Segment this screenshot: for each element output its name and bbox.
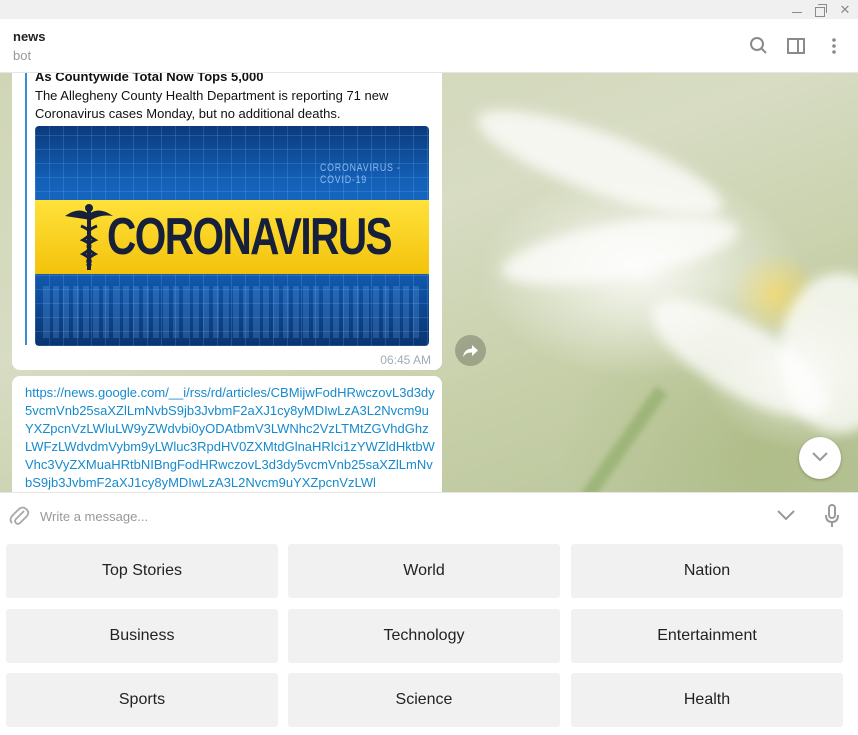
keyboard-button-entertainment[interactable]: Entertainment <box>571 609 843 663</box>
chevron-down-icon <box>812 452 828 462</box>
image-headline: CORONAVIRUS <box>107 208 393 266</box>
more-vertical-icon[interactable] <box>821 33 847 59</box>
chat-status: bot <box>13 48 32 63</box>
paperclip-icon[interactable] <box>8 504 30 533</box>
side-panel-icon[interactable] <box>783 33 809 59</box>
chevron-down-icon[interactable] <box>775 507 797 528</box>
message-input[interactable] <box>40 505 760 527</box>
background-stem <box>546 386 668 492</box>
message-bubble: https://news.google.com/__i/rss/rd/artic… <box>12 376 442 492</box>
message-link[interactable]: https://news.google.com/__i/rss/rd/artic… <box>25 384 435 492</box>
chat-title[interactable]: news <box>13 29 46 44</box>
keyboard-button-technology[interactable]: Technology <box>288 609 560 663</box>
article-image[interactable]: CORONAVIRUS - COVID-19 CORONAVIRUS <box>35 126 429 346</box>
link-preview-bar <box>25 73 27 345</box>
article-title[interactable]: As Countywide Total Now Tops 5,000 <box>35 73 264 84</box>
search-icon[interactable] <box>746 33 772 59</box>
image-bars <box>43 286 423 338</box>
message-time: 06:45 AM <box>380 353 431 367</box>
message-bubble: As Countywide Total Now Tops 5,000 The A… <box>12 73 442 370</box>
maximize-icon[interactable] <box>809 0 833 19</box>
chat-header: news bot <box>0 19 858 73</box>
background-petal <box>467 90 733 236</box>
article-description: The Allegheny County Health Department i… <box>35 88 389 121</box>
keyboard-button-business[interactable]: Business <box>6 609 278 663</box>
keyboard-button-health[interactable]: Health <box>571 673 843 727</box>
message-composer <box>0 492 858 538</box>
scroll-down-button[interactable] <box>799 437 841 479</box>
bot-keyboard: Top Stories World Nation Business Techno… <box>0 538 858 735</box>
chat-history[interactable]: As Countywide Total Now Tops 5,000 The A… <box>0 73 858 492</box>
keyboard-button-top-stories[interactable]: Top Stories <box>6 544 278 598</box>
keyboard-button-nation[interactable]: Nation <box>571 544 843 598</box>
microphone-icon[interactable] <box>823 503 841 534</box>
share-icon[interactable] <box>455 335 486 366</box>
keyboard-button-sports[interactable]: Sports <box>6 673 278 727</box>
keyboard-button-world[interactable]: World <box>288 544 560 598</box>
minimize-icon[interactable] <box>785 0 809 19</box>
background-petal <box>497 202 743 299</box>
close-icon[interactable]: ✕ <box>833 0 857 19</box>
window-titlebar: ✕ <box>0 0 858 19</box>
image-caption: CORONAVIRUS - COVID-19 <box>320 162 401 186</box>
keyboard-button-science[interactable]: Science <box>288 673 560 727</box>
